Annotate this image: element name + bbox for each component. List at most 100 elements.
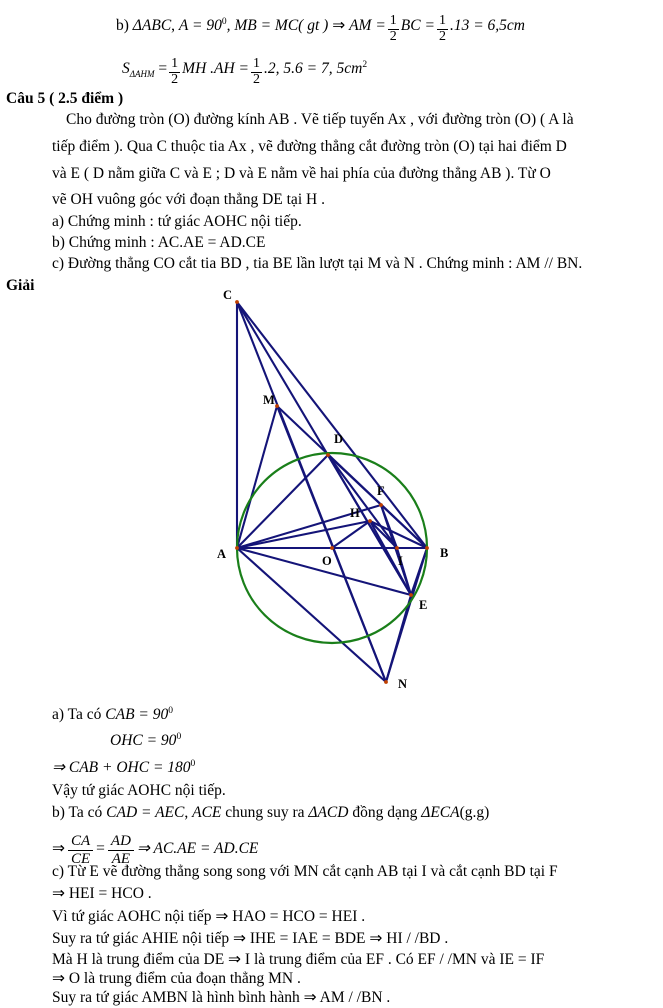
math-line-area: SΔAHM = 1 2 MH .AH = 1 2.2, 5.6 = 7, 5cm2 xyxy=(122,56,368,87)
area-symbol: S xyxy=(122,60,130,78)
equals-sign-2: = xyxy=(96,839,105,857)
triangle-abc: ΔABC xyxy=(132,17,172,35)
fraction-ca-ce: CA CE xyxy=(68,833,94,867)
fraction-ad-ae: AD AE xyxy=(107,833,134,867)
point-label-M: M xyxy=(263,393,275,407)
point-label-O: O xyxy=(322,554,332,568)
question-body-line-1: Cho đường tròn (O) đường kính AB . Vẽ ti… xyxy=(66,111,574,128)
denominator: 2 xyxy=(251,71,263,87)
segment-BN xyxy=(384,547,429,683)
area-result: .2, 5.6 = 7, 5cm xyxy=(264,60,363,78)
angle-cab: CAB = 90 xyxy=(105,706,169,724)
text-chung: chung suy ra xyxy=(225,804,305,821)
solution-c-line-7: Suy ra tứ giác AMBN là hình bình hành ⇒ … xyxy=(52,989,391,1006)
triangle-acd: ΔACD xyxy=(308,804,349,821)
solution-c-line-5: Mà H là trung điểm của DE ⇒ I là trung đ… xyxy=(52,951,545,968)
mb-mc: , MB = MC xyxy=(226,17,299,35)
segment-CB xyxy=(236,301,428,549)
denominator: 2 xyxy=(387,28,399,44)
denominator: 2 xyxy=(169,71,181,87)
point-I xyxy=(395,546,399,550)
numerator: 1 xyxy=(171,56,179,71)
question-body-line-3: và E ( D nằm giữa C và E ; D và E nằm về… xyxy=(52,165,551,182)
fraction-one-half-2: 12 xyxy=(436,13,448,44)
am-equals: AM = xyxy=(349,17,386,35)
point-B xyxy=(425,546,429,550)
solution-a-prefix: a) Ta có xyxy=(52,706,102,724)
numerator: 1 xyxy=(389,13,397,28)
fraction-one-half-1: 12 xyxy=(387,13,399,44)
solution-b-line-2: ⇒ CA CE = AD AE ⇒ AC.AE = AD.CE xyxy=(52,833,258,867)
question-body-line-4: vẽ OH vuông góc với đoạn thẳng DE tại H … xyxy=(52,191,325,208)
angle-cad-aec: CAD = AEC xyxy=(106,804,185,821)
angle-ace: ACE xyxy=(192,804,222,821)
solution-c-line-6: ⇒ O là trung điểm của đoạn thẳng MN . xyxy=(52,970,301,987)
solution-c-line-4: Suy ra tứ giác AHIE nội tiếp ⇒ IHE = IAE… xyxy=(52,930,449,947)
question-heading: Câu 5 ( 2.5 điểm ) xyxy=(6,90,124,107)
point-label-F: F xyxy=(377,484,385,498)
solution-b-prefix: b) Ta có xyxy=(52,804,103,821)
solution-a-line-2: OHC = 900 xyxy=(110,732,182,750)
question-part-a: a) Chứng minh : tứ giác AOHC nội tiếp. xyxy=(52,213,302,230)
mh-ah: MH .AH = xyxy=(182,60,250,78)
degree-sign-4: 0 xyxy=(190,759,196,769)
fraction-one-half-3: 12 xyxy=(169,56,181,87)
worksheet-page: b) ΔABC, A = 900, MB = MC( gt ) ⇒ AM = 1 2… xyxy=(0,0,663,1008)
point-label-E: E xyxy=(419,598,427,612)
angle-ohc: OHC = 90 xyxy=(110,732,177,750)
solution-a-line-3: ⇒ CAB + OHC = 1800 xyxy=(52,759,196,777)
segment-MN xyxy=(276,405,387,683)
area-subscript: ΔAHM xyxy=(129,69,155,80)
point-F xyxy=(379,503,383,507)
numerator: 1 xyxy=(438,13,446,28)
solution-a-line-4: Vậy tứ giác AOHC nội tiếp. xyxy=(52,782,226,799)
solution-c-line-2: ⇒ HEI = HCO . xyxy=(52,885,152,902)
numerator: CA xyxy=(71,833,91,849)
square-exponent: 2 xyxy=(362,59,368,70)
point-C xyxy=(235,300,239,304)
triangle-eca: ΔECA xyxy=(421,804,460,821)
point-label-N: N xyxy=(398,677,407,691)
geometry-svg: C M D F H A O I B E N xyxy=(217,288,448,691)
implies-arrow-1: ⇒ xyxy=(332,17,346,35)
point-layer xyxy=(235,300,429,684)
point-label-I: I xyxy=(398,554,403,568)
question-part-c: c) Đường thẳng CO cắt tia BD , tia BE lầ… xyxy=(52,255,583,272)
geometry-figure: C M D F H A O I B E N xyxy=(0,285,663,700)
solution-a-line-1: a) Ta có CAB = 900 xyxy=(52,706,174,724)
point-label-layer: C M D F H A O I B E N xyxy=(217,288,448,691)
point-label-C: C xyxy=(223,288,232,302)
point-H xyxy=(368,519,372,523)
implies-arrow-2: ⇒ xyxy=(52,839,65,857)
denominator: 2 xyxy=(436,28,448,44)
degree-sign-2: 0 xyxy=(168,706,174,716)
angle-sum: ⇒ CAB + OHC = 180 xyxy=(52,759,191,777)
degree-sign-3: 0 xyxy=(176,732,182,742)
product-equality: ⇒ AC.AE = AD.CE xyxy=(136,839,259,857)
point-A xyxy=(235,546,239,550)
point-E xyxy=(409,593,413,597)
bc-equals: BC = xyxy=(400,17,435,35)
numerator: 1 xyxy=(253,56,261,71)
math-line-b: b) ΔABC, A = 900, MB = MC( gt ) ⇒ AM = 1 2… xyxy=(116,13,525,44)
segment-DI xyxy=(327,454,398,549)
point-label-B: B xyxy=(440,546,448,560)
solution-b-line-1: b) Ta có CAD = AEC, ACE chung suy ra ΔAC… xyxy=(52,805,489,821)
equals-sign: = xyxy=(158,60,168,78)
point-label-A: A xyxy=(217,547,226,561)
text-dongdang: đồng dạng xyxy=(352,804,418,821)
solution-c-line-1: c) Từ E vẽ đường thẳng song song với MN … xyxy=(52,863,558,880)
segment-layer xyxy=(235,301,429,683)
question-part-b: b) Chứng minh : AC.AE = AD.CE xyxy=(52,234,266,251)
point-M xyxy=(275,404,279,408)
point-label-H: H xyxy=(350,506,360,520)
point-label-D: D xyxy=(334,432,343,446)
solution-c-line-3: Vì tứ giác AOHC nội tiếp ⇒ HAO = HCO = H… xyxy=(52,908,366,925)
numerator: AD xyxy=(110,833,131,849)
gg-note: (g.g) xyxy=(459,804,490,821)
point-N xyxy=(384,680,388,684)
gt-note: ( gt ) xyxy=(298,17,329,35)
point-D xyxy=(326,453,330,457)
label-b: b) xyxy=(116,17,129,35)
angle-a-value: A = 90 xyxy=(178,17,222,35)
